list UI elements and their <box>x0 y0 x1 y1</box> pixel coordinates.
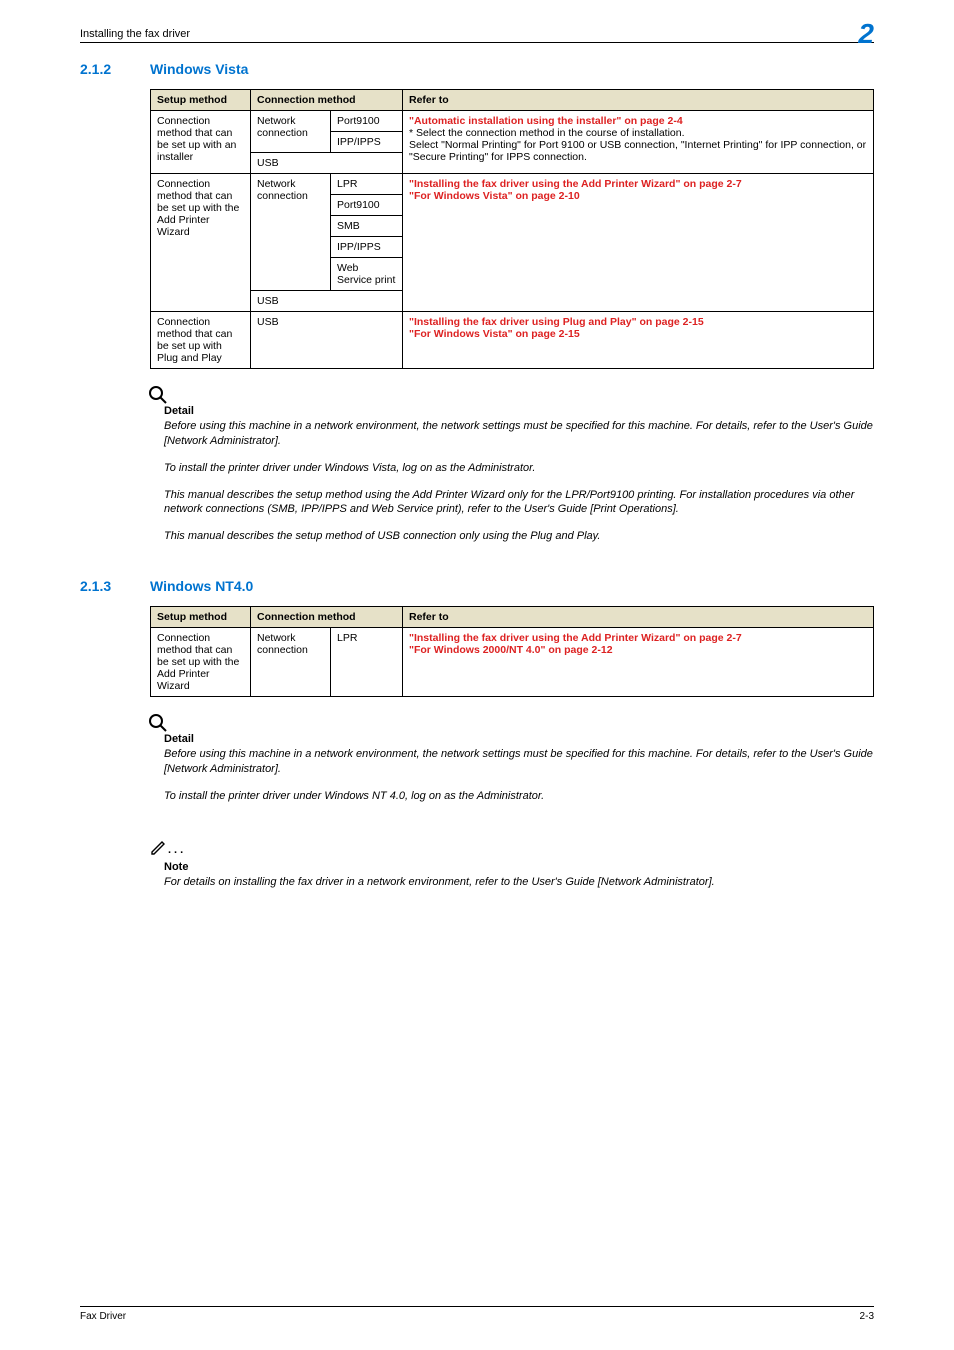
cell-smb: SMB <box>331 216 403 237</box>
pencil-icon <box>150 838 168 859</box>
cell-refer2: "Installing the fax driver using the Add… <box>403 174 874 312</box>
th-setup: Setup method <box>151 607 251 628</box>
header-left: Installing the fax driver <box>80 28 190 40</box>
table-header-row: Setup method Connection method Refer to <box>151 90 874 111</box>
table-row: Connection method that can be set up wit… <box>151 312 874 369</box>
cell-lpr-nt: LPR <box>331 628 403 697</box>
link-add-printer-wizard[interactable]: "Installing the fax driver using the Add… <box>409 178 742 190</box>
detail-text: Before using this machine in a network e… <box>164 419 874 449</box>
cell-usb-2: USB <box>251 291 403 312</box>
detail-heading: Detail <box>164 405 874 417</box>
th-setup: Setup method <box>151 90 251 111</box>
table-row: Connection method that can be set up wit… <box>151 174 874 195</box>
cell-usb-3: USB <box>251 312 403 369</box>
detail-heading: Detail <box>164 733 874 745</box>
nt-note-block: ... Note For details on installing the f… <box>150 838 874 902</box>
refer1-note: * Select the connection method in the co… <box>409 127 685 139</box>
note-heading: Note <box>164 861 874 873</box>
cell-setup-wizard: Connection method that can be set up wit… <box>151 174 251 312</box>
table-row: Connection method that can be set up wit… <box>151 628 874 697</box>
detail-text: This manual describes the setup method u… <box>164 488 874 518</box>
section-title: Windows Vista <box>150 61 248 77</box>
magnifier-icon <box>148 385 872 405</box>
section-number: 2.1.2 <box>80 61 150 77</box>
nt-table: Setup method Connection method Refer to … <box>150 606 874 697</box>
note-dots: ... <box>168 844 186 856</box>
footer-left: Fax Driver <box>80 1311 126 1322</box>
cell-ippipps: IPP/IPPS <box>331 132 403 153</box>
section-number: 2.1.3 <box>80 578 150 594</box>
link-for-vista-2[interactable]: "For Windows Vista" on page 2-15 <box>409 328 580 340</box>
cell-setup-installer: Connection method that can be set up wit… <box>151 111 251 174</box>
cell-netconn2: Network connection <box>251 174 331 291</box>
refer1-note2: Select "Normal Printing" for Port 9100 o… <box>409 139 866 163</box>
page-footer: Fax Driver 2-3 <box>80 1306 874 1322</box>
cell-port9100-2: Port9100 <box>331 195 403 216</box>
header-chapter-number: 2 <box>858 24 874 44</box>
link-plug-and-play[interactable]: "Installing the fax driver using Plug an… <box>409 316 704 328</box>
note-text: For details on installing the fax driver… <box>164 875 874 890</box>
detail-text: To install the printer driver under Wind… <box>164 461 874 476</box>
section-heading-vista: 2.1.2Windows Vista <box>80 61 874 77</box>
section-title: Windows NT4.0 <box>150 578 253 594</box>
cell-setup-wizard-nt: Connection method that can be set up wit… <box>151 628 251 697</box>
detail-text: Before using this machine in a network e… <box>164 747 874 777</box>
link-add-printer-wizard-nt[interactable]: "Installing the fax driver using the Add… <box>409 632 742 644</box>
cell-webserv: Web Service print <box>331 258 403 291</box>
nt-detail-block: Detail Before using this machine in a ne… <box>150 711 874 816</box>
page-header: Installing the fax driver 2 <box>80 20 874 43</box>
cell-refer3: "Installing the fax driver using Plug an… <box>403 312 874 369</box>
table-row: Connection method that can be set up wit… <box>151 111 874 132</box>
cell-usb: USB <box>251 153 403 174</box>
detail-text: To install the printer driver under Wind… <box>164 789 874 804</box>
link-for-2000nt[interactable]: "For Windows 2000/NT 4.0" on page 2-12 <box>409 644 613 656</box>
table-header-row: Setup method Connection method Refer to <box>151 607 874 628</box>
cell-port9100: Port9100 <box>331 111 403 132</box>
detail-text: This manual describes the setup method o… <box>164 529 874 544</box>
cell-setup-plugplay: Connection method that can be set up wit… <box>151 312 251 369</box>
link-for-vista[interactable]: "For Windows Vista" on page 2-10 <box>409 190 580 202</box>
cell-refer-nt: "Installing the fax driver using the Add… <box>403 628 874 697</box>
cell-ippipps-2: IPP/IPPS <box>331 237 403 258</box>
cell-refer1: "Automatic installation using the instal… <box>403 111 874 174</box>
link-auto-install[interactable]: "Automatic installation using the instal… <box>409 115 683 127</box>
section-heading-nt: 2.1.3Windows NT4.0 <box>80 578 874 594</box>
th-conn: Connection method <box>251 90 403 111</box>
cell-lpr: LPR <box>331 174 403 195</box>
th-conn: Connection method <box>251 607 403 628</box>
vista-table: Setup method Connection method Refer to … <box>150 89 874 369</box>
magnifier-icon <box>148 713 872 733</box>
cell-netconn-nt: Network connection <box>251 628 331 697</box>
footer-right: 2-3 <box>860 1311 874 1322</box>
vista-detail-block: Detail Before using this machine in a ne… <box>150 383 874 556</box>
cell-netconn: Network connection <box>251 111 331 153</box>
th-refer: Refer to <box>403 90 874 111</box>
th-refer: Refer to <box>403 607 874 628</box>
